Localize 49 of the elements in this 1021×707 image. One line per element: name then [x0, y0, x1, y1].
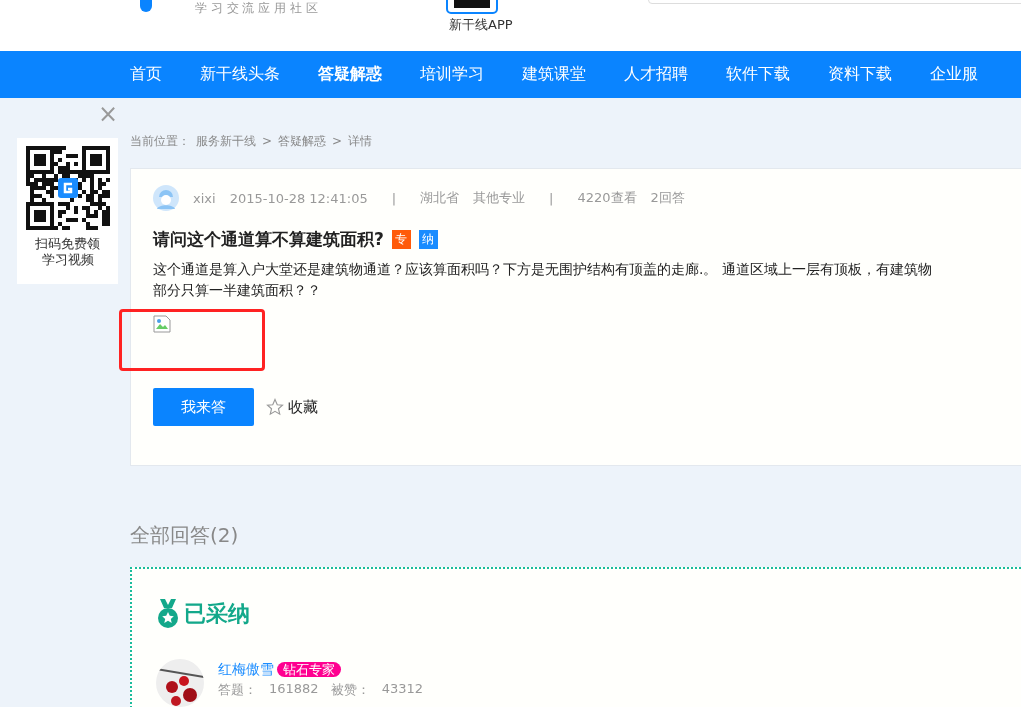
avatar-icon — [153, 185, 179, 211]
expert-badge: 钻石专家 — [277, 662, 341, 677]
accepted-label: 已采纳 — [184, 600, 250, 628]
stat-label: 被赞： — [330, 681, 370, 699]
question-tag: 纳 — [418, 230, 438, 249]
nav-item[interactable]: 建筑课堂 — [522, 64, 586, 85]
breadcrumb-label: 当前位置： — [130, 132, 190, 150]
favorite-link[interactable]: 收藏 — [266, 397, 318, 417]
meta-separator: | — [391, 190, 397, 206]
question-title: 请问这个通道算不算建筑面积? — [153, 228, 384, 251]
question-text: 部分只算一半建筑面积？？ — [153, 281, 322, 300]
stat-label: 答题： — [218, 681, 257, 699]
section-heading: 全部回答(2) — [130, 522, 240, 549]
answer-count: 2回答 — [650, 189, 685, 207]
nav-item[interactable]: 答疑解惑 — [318, 64, 382, 85]
stat-value: 43312 — [381, 681, 423, 698]
question-region: 湖北省 — [420, 189, 460, 207]
qr-caption: 学习视频 — [41, 252, 94, 268]
answerer-name[interactable]: 红梅傲雪 — [218, 661, 274, 677]
broken-image-icon — [153, 315, 171, 333]
nav-item[interactable]: 首页 — [130, 64, 162, 85]
breadcrumb-link[interactable]: 详情 — [348, 132, 373, 150]
breadcrumb-link[interactable]: 服务新干线 — [196, 132, 256, 150]
stat-value: 161882 — [269, 681, 319, 698]
qr-caption: 扫码免费领 — [35, 236, 100, 252]
breadcrumb-link[interactable]: 答疑解惑 — [278, 132, 327, 150]
nav-item[interactable]: 人才招聘 — [624, 64, 688, 85]
question-author[interactable]: xixi — [193, 190, 216, 206]
app-label[interactable]: 新干线APP — [449, 16, 513, 34]
nav-item[interactable]: 培训学习 — [420, 64, 484, 85]
view-count: 4220查看 — [577, 189, 637, 207]
site-tagline: 学 习 交 流 应 用 社 区 — [195, 0, 318, 17]
question-tag: 专 — [391, 230, 411, 249]
nav-item[interactable]: 资料下载 — [828, 64, 892, 85]
question-time: 2015-10-28 12:41:05 — [229, 190, 368, 206]
breadcrumb-separator: > — [262, 134, 273, 148]
nav-item[interactable]: 企业服 — [930, 64, 978, 85]
question-category: 其他专业 — [473, 189, 526, 207]
breadcrumb-separator: > — [332, 134, 343, 148]
user-avatar[interactable] — [156, 659, 204, 707]
qr-code-icon — [25, 146, 110, 230]
answer-button[interactable]: 我来答 — [153, 388, 254, 426]
star-icon — [266, 398, 284, 416]
medal-icon — [156, 599, 180, 629]
nav-item[interactable]: 软件下载 — [726, 64, 790, 85]
close-button[interactable]: × — [98, 102, 119, 126]
question-text: 这个通道是算入户大堂还是建筑物通道？应该算面积吗？下方是无围护结构有顶盖的走廊.。 通道区域上一层有顶板，有建筑物 — [153, 260, 933, 279]
meta-separator: | — [549, 190, 554, 206]
nav-item[interactable]: 新干线头条 — [200, 64, 280, 85]
